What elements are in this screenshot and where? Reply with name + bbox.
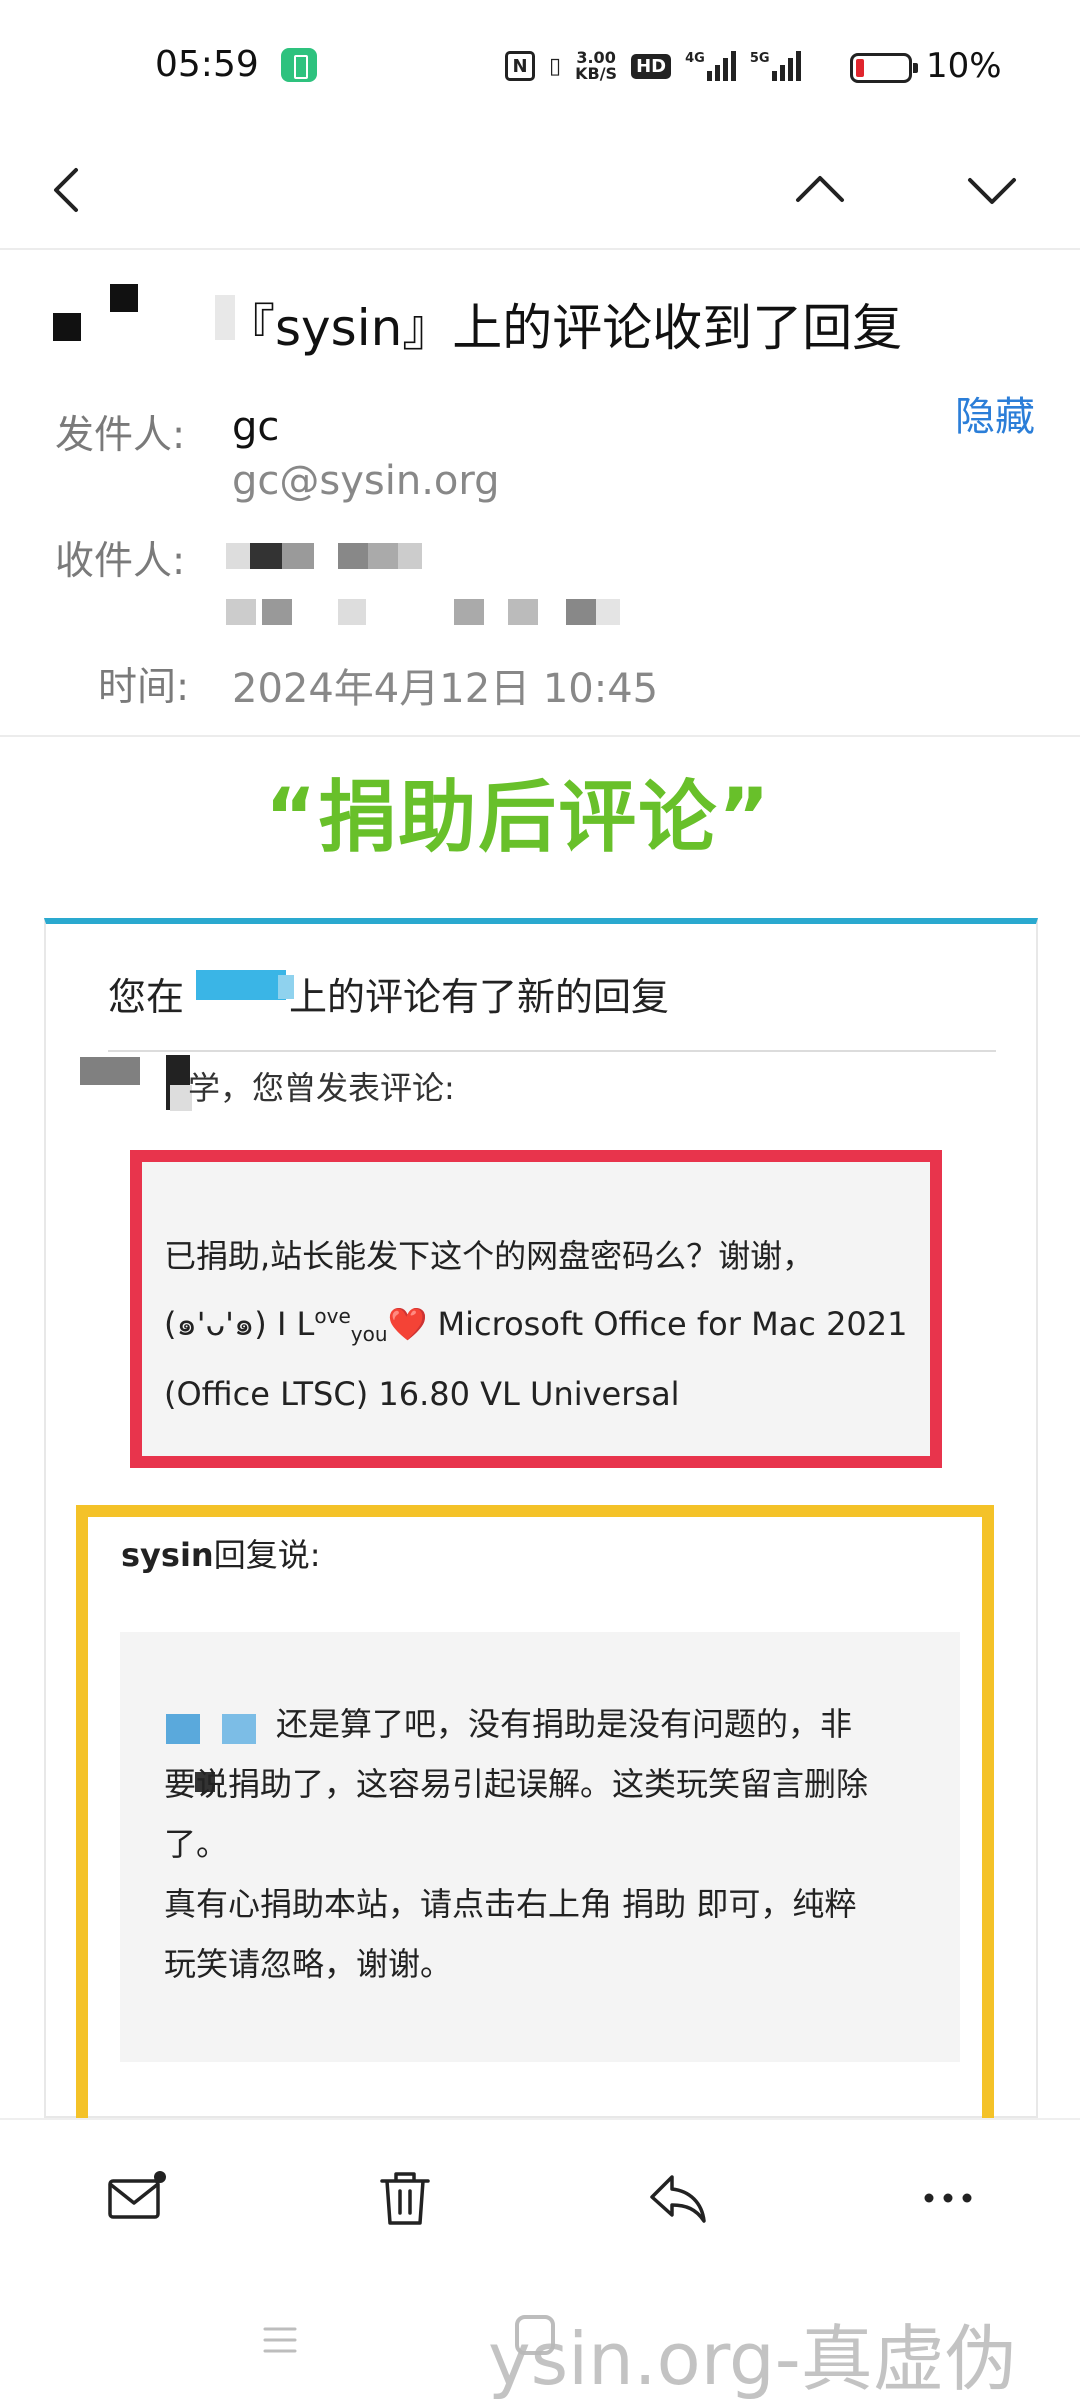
hide-details-link[interactable]: 隐藏 <box>955 384 1035 442</box>
top-navigation <box>0 130 1080 250</box>
network-speed-unit: KB/S <box>575 64 618 83</box>
reply-author: sysin <box>121 1536 214 1574</box>
reply-line: 了。 <box>164 1825 229 1863</box>
annotation-caption: “捐助后评论” <box>265 773 772 863</box>
status-bar: 05:59 N ▯ 3.00 KB/S HD 4G 5G 10% <box>0 0 1080 130</box>
reply-said: 回复说: <box>213 1536 321 1574</box>
site-name-redaction <box>278 975 294 999</box>
reply-line: 玩笑请忽略，谢谢。 <box>164 1945 453 1983</box>
body-divider <box>108 1050 996 1052</box>
more-options-button[interactable] <box>908 2158 988 2238</box>
subject-redaction <box>53 313 81 341</box>
previous-email-button[interactable] <box>780 150 860 230</box>
comment-fragment: Microsoft Office for Mac 2021 <box>427 1305 908 1343</box>
menu-icon <box>263 2327 297 2353</box>
hd-voice-icon: HD <box>631 53 672 79</box>
chevron-up-icon <box>796 176 844 202</box>
delete-button[interactable] <box>365 2158 445 2238</box>
next-email-button[interactable] <box>952 150 1032 230</box>
subject-redaction <box>215 295 235 340</box>
email-subject: 『sysin』上的评论收到了回复 <box>225 299 903 357</box>
mark-unread-button[interactable] <box>95 2158 175 2238</box>
body-title-prefix: 您在 <box>108 975 185 1019</box>
sender-label: 发件人: <box>55 413 186 458</box>
mail-unread-icon <box>108 2171 166 2219</box>
recipient-label: 收件人: <box>55 539 186 584</box>
chevron-down-icon <box>968 178 1016 204</box>
comment-fragment: you <box>350 1322 388 1346</box>
signal-5g-icon: 5G <box>750 51 801 81</box>
recipient-redaction <box>226 599 626 625</box>
original-comment-text: 已捐助,站长能发下这个的网盘密码么？谢谢， (๑'ᴗ'๑) I Loveyou❤… <box>164 1226 924 1424</box>
body-title-suffix: 上的评论有了新的回复 <box>289 975 670 1019</box>
reply-line: 要说捐助了，这容易引起误解。这类玩笑留言删除 <box>164 1765 869 1803</box>
battery-saver-icon <box>281 48 317 82</box>
reply-line: 真有心捐助本站，请点击右上角 捐助 即可，纯粹 <box>164 1885 857 1923</box>
reply-icon <box>650 2175 706 2223</box>
header-divider <box>0 735 1080 737</box>
time-label: 时间: <box>98 665 190 710</box>
reply-button[interactable] <box>637 2158 717 2238</box>
recipient-redaction <box>226 543 436 569</box>
sender-name: gc <box>232 404 280 450</box>
greeting-text: 学，您曾发表评论: <box>188 1069 455 1107</box>
comment-line: 已捐助,站长能发下这个的网盘密码么？谢谢， <box>164 1237 815 1275</box>
system-menu-button[interactable] <box>250 2310 310 2370</box>
trash-icon <box>380 2172 430 2225</box>
signal-4g-icon: 4G <box>685 51 736 81</box>
avatar-redaction <box>80 1057 140 1085</box>
email-reader-screen: 05:59 N ▯ 3.00 KB/S HD 4G 5G 10% 『sysin』… <box>0 0 1080 2400</box>
battery-icon <box>850 53 918 83</box>
site-name-redaction <box>196 970 286 1000</box>
back-button[interactable] <box>28 150 108 230</box>
status-time: 05:59 <box>155 44 259 85</box>
subject-redaction <box>110 284 138 312</box>
comment-fragment: ove <box>314 1304 351 1328</box>
signal-4g-label: 4G <box>685 51 705 66</box>
reply-author-line: sysin回复说: <box>121 1530 321 1576</box>
watermark-text: ysin.org-真虚伪 <box>488 2317 1017 2400</box>
status-icons: N ▯ 3.00 KB/S HD 4G 5G <box>505 46 801 86</box>
network-speed: 3.00 KB/S <box>575 50 617 82</box>
chevron-left-icon <box>54 168 78 212</box>
body-title: 您在 上的评论有了新的回复 <box>108 966 669 1021</box>
nfc-icon: N <box>505 51 535 81</box>
comment-fragment: (๑'ᴗ'๑) I L <box>164 1305 315 1343</box>
more-icon <box>924 2193 972 2203</box>
comment-line: (Office LTSC) 16.80 VL Universal <box>164 1375 680 1413</box>
heart-icon: ❤️ <box>387 1305 428 1343</box>
battery-percent: 10% <box>926 46 1002 86</box>
reply-line: 还是算了吧，没有捐助是没有问题的，非 <box>276 1705 853 1743</box>
reply-text: 还是算了吧，没有捐助是没有问题的，非 要说捐助了，这容易引起误解。这类玩笑留言删… <box>164 1694 924 1994</box>
signal-5g-label: 5G <box>749 51 770 66</box>
sender-email[interactable]: gc@sysin.org <box>232 458 500 504</box>
email-time: 2024年4月12日 10:45 <box>232 666 659 712</box>
comment-line: (๑'ᴗ'๑) I Loveyou❤️ Microsoft Office for… <box>164 1286 924 1364</box>
vibrate-icon: ▯ <box>549 53 562 79</box>
